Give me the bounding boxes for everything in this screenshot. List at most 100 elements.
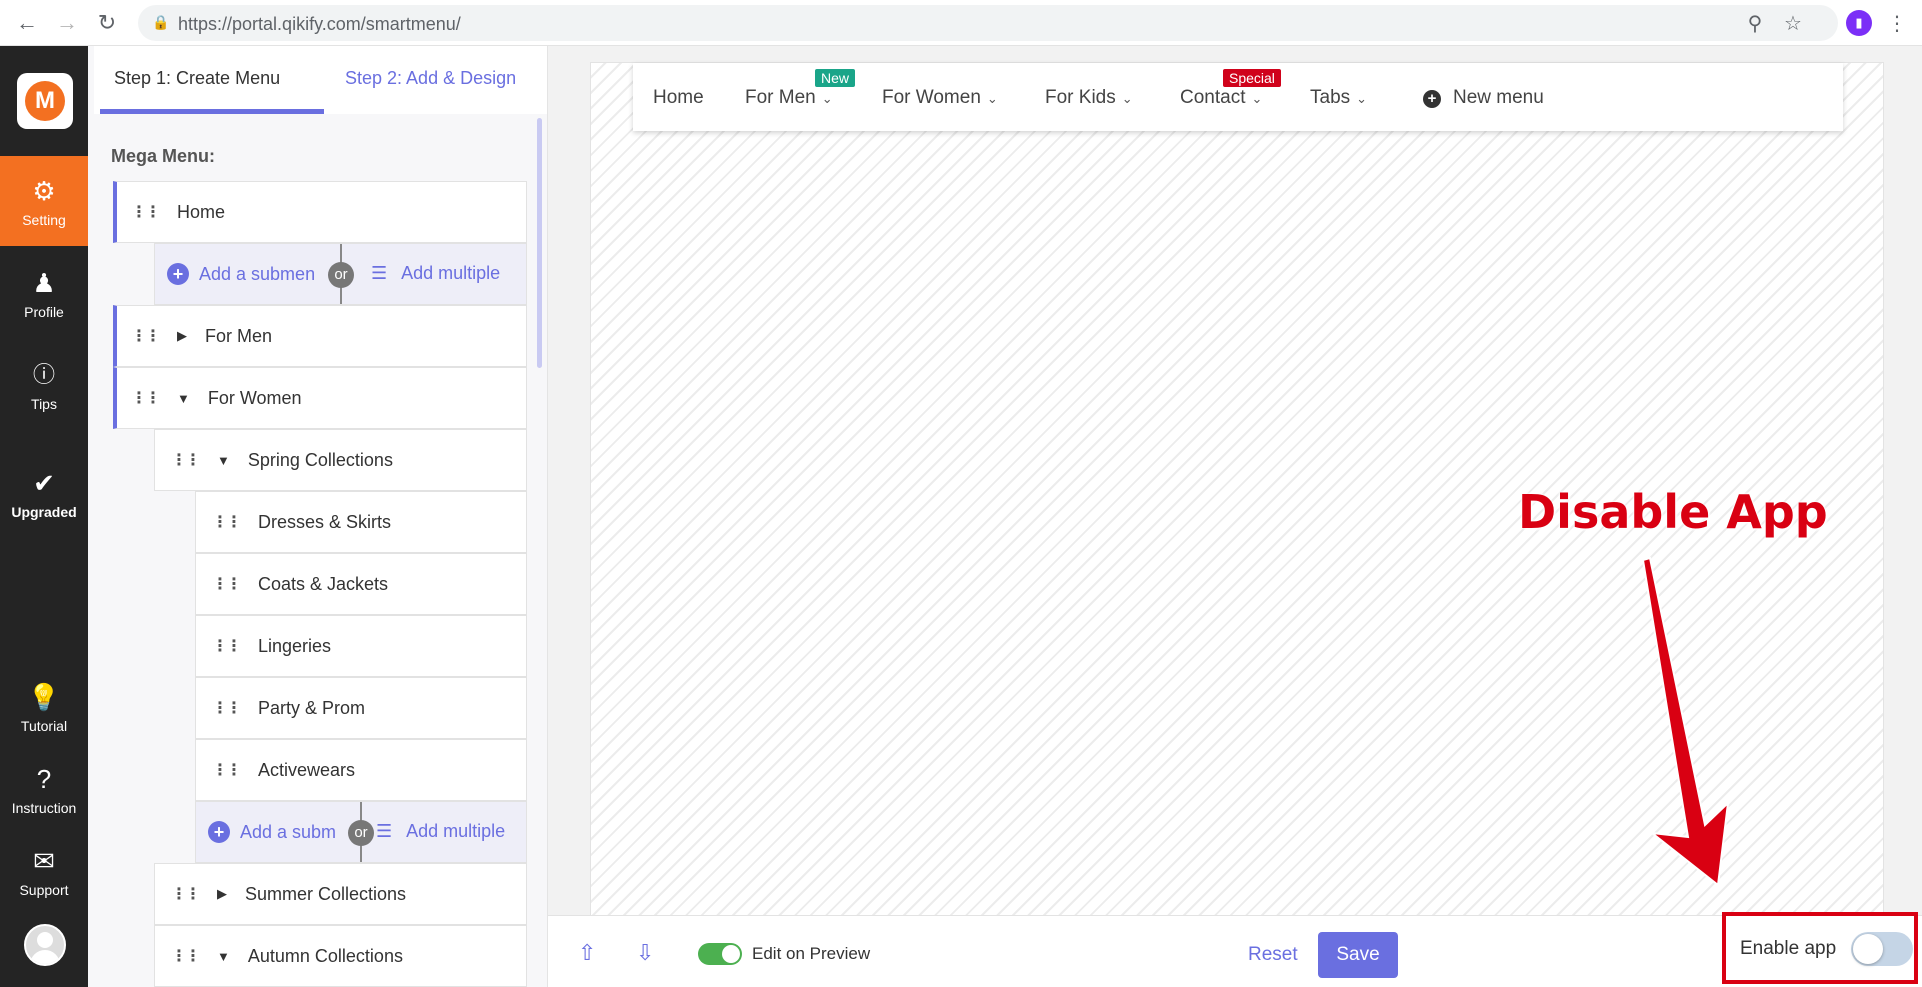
tab-add-design[interactable]: Step 2: Add & Design — [345, 68, 516, 89]
app-logo[interactable]: M — [17, 73, 73, 129]
preview-menu-for-women[interactable]: For Women ⌄ — [882, 87, 998, 109]
preview-menu-for-men[interactable]: For Men ⌄ — [745, 87, 833, 109]
question-icon: ? — [36, 764, 52, 794]
sidebar-item-label: Setting — [22, 212, 66, 228]
menu-item-label: Party & Prom — [258, 697, 366, 718]
sidebar-item-instruction[interactable]: ? Instruction — [0, 744, 88, 834]
back-icon[interactable]: ← — [12, 8, 42, 38]
enable-app-toggle[interactable] — [1851, 932, 1913, 966]
avatar[interactable] — [24, 924, 66, 966]
lightbulb-icon: 💡 — [27, 682, 61, 712]
annotation-arrow-icon — [1641, 556, 1730, 887]
menu-item-coats-jackets[interactable]: ⋮⋮ Coats & Jackets — [195, 553, 527, 615]
drag-handle-icon[interactable]: ⋮⋮ — [212, 574, 242, 594]
menu-item-lingeries[interactable]: ⋮⋮ Lingeries — [195, 615, 527, 677]
caret-right-icon[interactable]: ▶ — [217, 886, 227, 902]
drag-handle-icon[interactable]: ⋮⋮ — [212, 636, 242, 656]
annotation-label: Disable App — [1518, 485, 1828, 539]
menu-item-label: Home — [177, 201, 226, 222]
menu-item-label: For Women — [207, 387, 302, 408]
drag-handle-icon[interactable]: ⋮⋮ — [131, 388, 161, 408]
sidebar-item-upgraded[interactable]: ✔ Upgraded — [0, 448, 88, 538]
tab-create-menu[interactable]: Step 1: Create Menu — [114, 68, 280, 89]
enable-app-highlight: Enable app — [1722, 912, 1918, 984]
menu-item-activewears[interactable]: ⋮⋮ Activewears — [195, 739, 527, 801]
menu-item-label: Dresses & Skirts — [258, 511, 392, 532]
forward-icon[interactable]: → — [52, 8, 82, 38]
menu-item-summer-collections[interactable]: ⋮⋮ ▶ Summer Collections — [154, 863, 527, 925]
lock-icon: 🔒 — [152, 14, 170, 30]
add-multiple-button[interactable]: ☰ Add multiple — [371, 263, 500, 284]
save-button[interactable]: Save — [1318, 932, 1398, 978]
chevron-down-icon: ⌄ — [821, 91, 833, 106]
menu-item-autumn-collections[interactable]: ⋮⋮ ▼ Autumn Collections — [154, 925, 527, 987]
star-icon[interactable]: ☆ — [1782, 12, 1804, 35]
info-icon: ⓘ — [32, 362, 55, 387]
reload-icon[interactable]: ↻ — [92, 8, 122, 38]
add-submenu-button[interactable]: + Add a subm — [208, 821, 336, 843]
caret-down-icon[interactable]: ▼ — [217, 949, 230, 964]
url-text: https://portal.qikify.com/smartmenu/ — [178, 14, 461, 34]
preview-menu-for-kids[interactable]: For Kids ⌄ — [1045, 87, 1133, 109]
drag-handle-icon[interactable]: ⋮⋮ — [131, 202, 161, 222]
active-tab-indicator — [100, 109, 324, 114]
menu-item-for-men[interactable]: ⋮⋮ ▶ For Men — [113, 305, 527, 367]
menu-item-dresses-skirts[interactable]: ⋮⋮ Dresses & Skirts — [195, 491, 527, 553]
gear-icon: ⚙ — [32, 176, 56, 206]
logo-mark: M — [25, 81, 65, 121]
menu-item-spring-collections[interactable]: ⋮⋮ ▼ Spring Collections — [154, 429, 527, 491]
menu-item-label: For Men — [205, 325, 273, 346]
caret-down-icon[interactable]: ▼ — [217, 453, 230, 468]
scrollbar[interactable] — [537, 118, 542, 368]
sidebar-item-label: Instruction — [11, 800, 77, 816]
chevron-down-icon: ⌄ — [986, 91, 998, 106]
menu-item-label: Lingeries — [258, 635, 332, 656]
drag-handle-icon[interactable]: ⋮⋮ — [212, 698, 242, 718]
drag-handle-icon[interactable]: ⋮⋮ — [131, 326, 161, 346]
mega-menu-label: Mega Menu: — [111, 146, 216, 166]
check-icon: ✔ — [33, 468, 55, 498]
menu-item-home[interactable]: ⋮⋮ Home — [113, 181, 527, 243]
sidebar-item-profile[interactable]: ♟ Profile — [0, 248, 88, 338]
drag-handle-icon[interactable]: ⋮⋮ — [171, 884, 201, 904]
sidebar-item-label: Profile — [24, 304, 64, 320]
sidebar-item-label: Support — [19, 882, 69, 898]
sidebar-item-tutorial[interactable]: 💡 Tutorial — [0, 662, 88, 752]
envelope-icon: ✉ — [33, 846, 55, 876]
drag-handle-icon[interactable]: ⋮⋮ — [212, 512, 242, 532]
add-submenu-button[interactable]: + Add a submen — [167, 263, 315, 285]
drag-handle-icon[interactable]: ⋮⋮ — [171, 450, 201, 470]
caret-right-icon[interactable]: ▶ — [177, 328, 187, 344]
menu-item-label: Activewears — [258, 759, 356, 780]
add-multiple-button[interactable]: ☰ Add multiple — [376, 821, 505, 842]
chevron-down-icon: ⌄ — [1251, 91, 1263, 106]
menu-item-label: Spring Collections — [247, 449, 393, 470]
sidebar-item-label: Upgraded — [11, 504, 77, 520]
sidebar-item-support[interactable]: ✉ Support — [0, 826, 88, 916]
sidebar-item-tips[interactable]: ⓘ Tips — [0, 340, 88, 430]
preview-menu-new-menu[interactable]: + New menu — [1423, 87, 1544, 109]
zoom-icon[interactable]: ⚲ — [1744, 12, 1766, 35]
drag-handle-icon[interactable]: ⋮⋮ — [212, 760, 242, 780]
preview-menu-contact[interactable]: Contact ⌄ — [1180, 87, 1262, 109]
new-badge: New — [815, 69, 856, 87]
sidebar-item-label: Tips — [31, 396, 57, 412]
menu-item-for-women[interactable]: ⋮⋮ ▼ For Women — [113, 367, 527, 429]
menu-item-label: Coats & Jackets — [258, 573, 389, 594]
add-submenu-row: + Add a submen or ☰ Add multiple — [154, 243, 527, 305]
add-submenu-row: + Add a subm or ☰ Add multiple — [195, 801, 527, 863]
more-options-icon[interactable]: ⋮ — [1886, 12, 1908, 35]
preview-menu-home[interactable]: Home — [653, 87, 704, 109]
reset-button[interactable]: Reset — [1248, 944, 1298, 966]
preview-menu-tabs[interactable]: Tabs ⌄ — [1310, 87, 1367, 109]
caret-down-icon[interactable]: ▼ — [177, 391, 190, 406]
edit-on-preview-toggle[interactable] — [698, 943, 742, 965]
menu-item-label: Summer Collections — [245, 883, 407, 904]
extension-icon[interactable]: ▮ — [1846, 10, 1872, 36]
drag-handle-icon[interactable]: ⋮⋮ — [171, 946, 201, 966]
sidebar-item-setting[interactable]: ⚙ Setting — [0, 156, 88, 246]
export-icon[interactable]: ⇧ — [578, 940, 596, 966]
address-bar[interactable]: 🔒 https://portal.qikify.com/smartmenu/ ⚲… — [138, 5, 1838, 41]
menu-item-party-prom[interactable]: ⋮⋮ Party & Prom — [195, 677, 527, 739]
import-icon[interactable]: ⇩ — [636, 940, 654, 966]
